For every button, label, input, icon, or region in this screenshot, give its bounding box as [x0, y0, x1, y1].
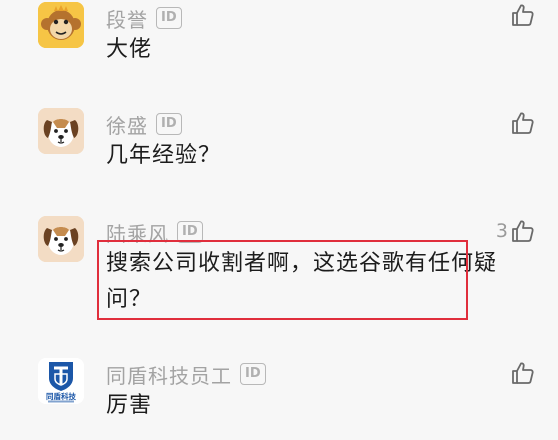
- username-row: 同盾科技员工 ID: [106, 360, 266, 388]
- id-badge: ID: [156, 7, 182, 29]
- comment-item: 同盾科技 同盾科技员工 ID 厉害: [0, 358, 558, 440]
- monkey-avatar-icon[interactable]: [38, 2, 84, 48]
- like-count: 3: [495, 220, 508, 242]
- id-badge: ID: [240, 363, 266, 385]
- comment-text: 厉害: [106, 393, 153, 418]
- comment-text: 大佬: [106, 37, 153, 62]
- like-button[interactable]: [508, 360, 536, 386]
- thumbs-up-icon[interactable]: [510, 218, 536, 244]
- like-button[interactable]: [508, 2, 536, 28]
- username[interactable]: 段誉: [106, 4, 148, 33]
- comment-item: 段誉 ID 大佬: [0, 0, 558, 100]
- id-badge: ID: [156, 113, 182, 135]
- username-row: 徐盛 ID: [106, 110, 182, 138]
- thumbs-up-icon[interactable]: [510, 2, 536, 28]
- thumbs-up-icon[interactable]: [510, 110, 536, 136]
- thumbs-up-icon[interactable]: [510, 360, 536, 386]
- like-button[interactable]: [508, 110, 536, 136]
- highlight-box: [97, 240, 468, 320]
- comment-list: 段誉 ID 大佬 徐盛 ID 几年经验？ 陆乘风 ID 搜索公司收割者啊，这选谷…: [0, 0, 558, 440]
- username[interactable]: 徐盛: [106, 110, 148, 139]
- like-button[interactable]: 3: [496, 218, 536, 244]
- comment-item: 徐盛 ID 几年经验？: [0, 108, 558, 208]
- logo-text: 同盾科技: [46, 391, 76, 401]
- dog-avatar-icon[interactable]: [38, 216, 84, 262]
- tongdun-logo-icon[interactable]: 同盾科技: [38, 358, 84, 404]
- username[interactable]: 同盾科技员工: [106, 360, 232, 389]
- comment-text: 几年经验？: [106, 143, 222, 168]
- dog-avatar-icon[interactable]: [38, 108, 84, 154]
- username-row: 段誉 ID: [106, 4, 182, 32]
